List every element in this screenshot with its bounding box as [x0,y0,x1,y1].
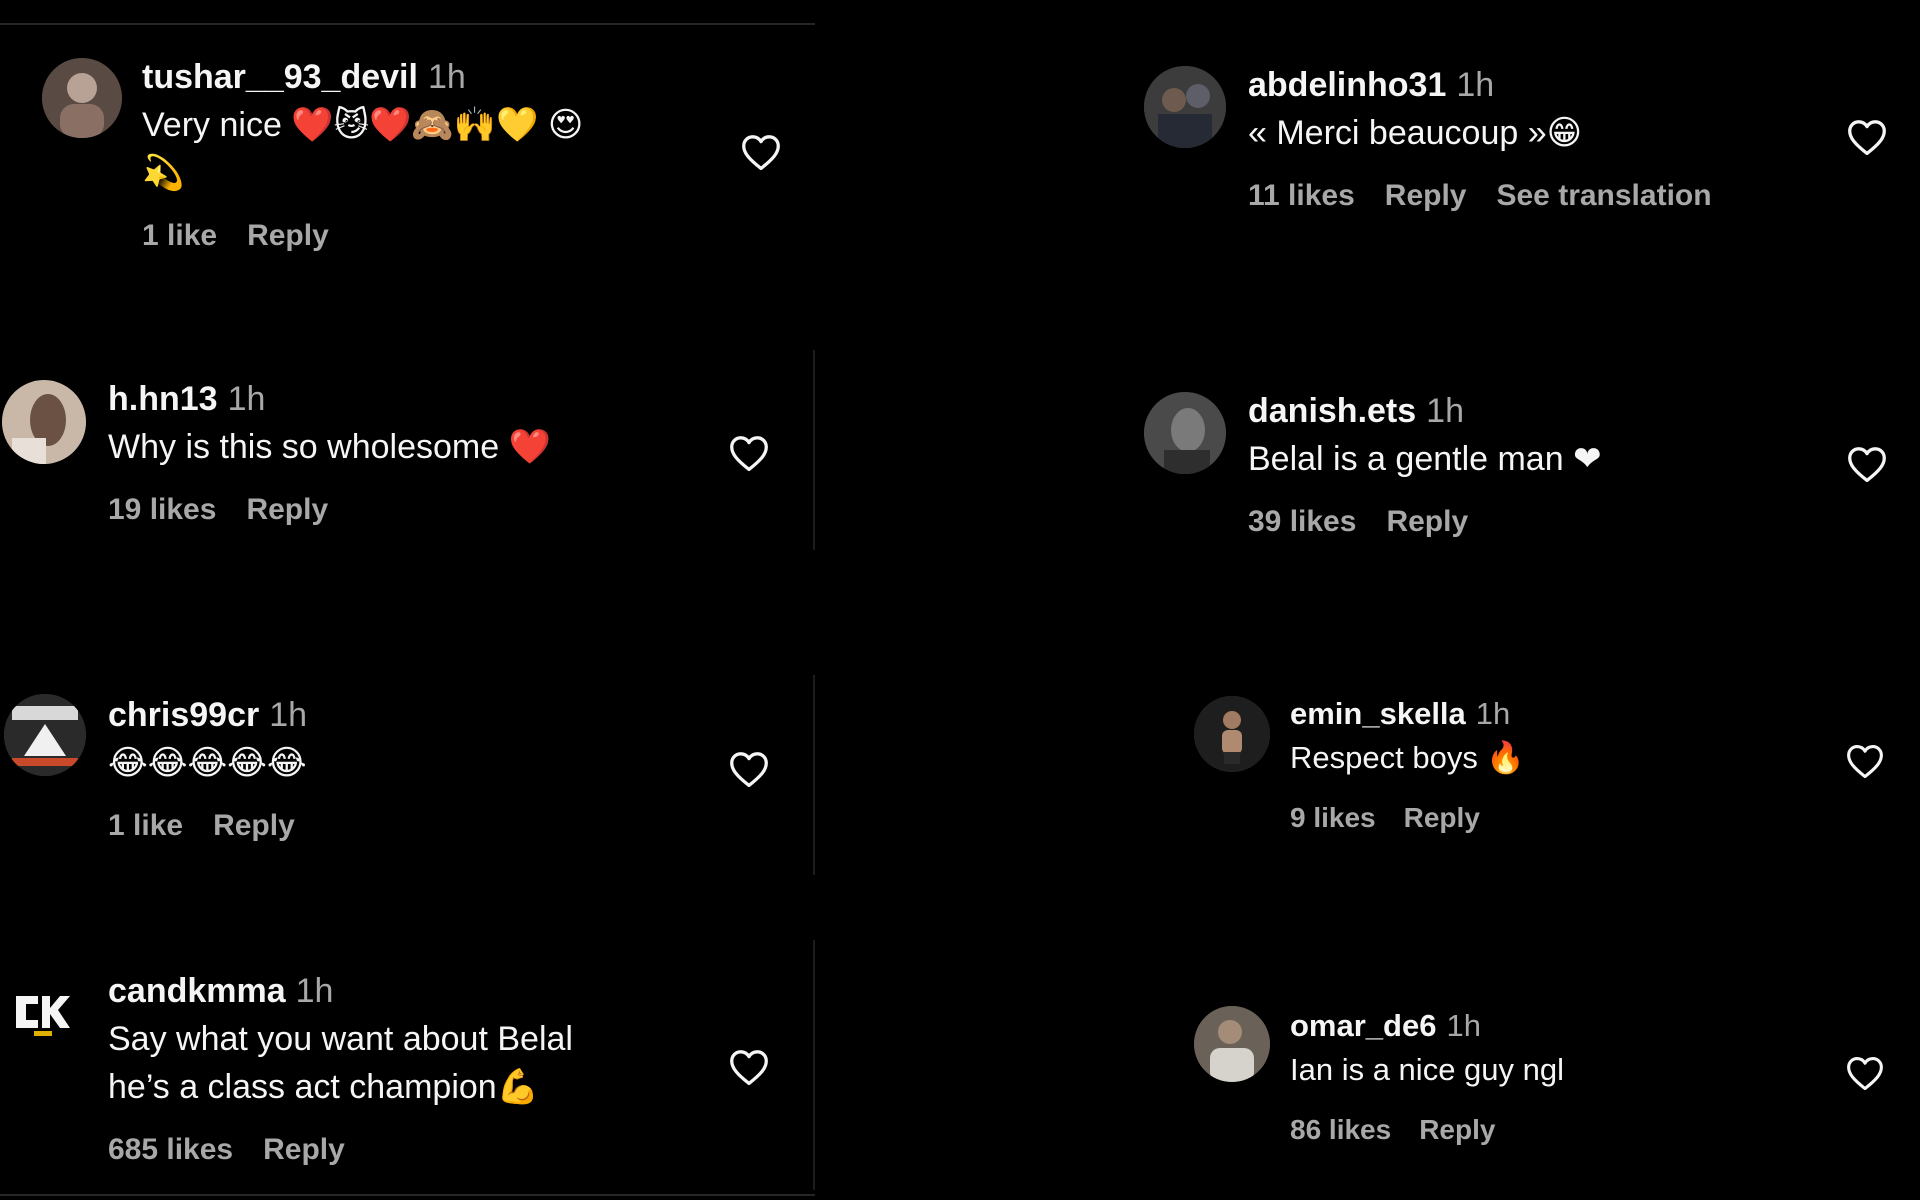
comment-text: Belal is a gentle man ❤ [1248,440,1602,478]
likes-count[interactable]: 86 likes [1290,1114,1391,1145]
like-button[interactable] [728,1048,770,1086]
username[interactable]: tushar__93_devil [142,58,418,96]
panel-divider [813,675,815,875]
comment-text-line: he’s a class act champion💪 [108,1068,540,1106]
username[interactable]: omar_de6 [1290,1008,1436,1043]
username[interactable]: chris99cr [108,696,259,734]
heart-outline-icon [1848,447,1886,483]
avatar[interactable] [1144,66,1226,148]
comment-text: Why is this so wholesome ❤️ [108,428,551,466]
avatar[interactable] [2,380,86,464]
comment-text-line: Very nice ❤️😼❤️🙈🙌💛 😍 [142,106,584,144]
comment-text: Respect boys 🔥 [1290,740,1526,775]
timestamp: 1h [1475,696,1511,731]
reply-button[interactable]: Reply [1419,1114,1495,1145]
likes-count[interactable]: 39 likes [1248,505,1356,538]
username[interactable]: abdelinho31 [1248,66,1446,104]
comment-text-line: 💫 [142,154,185,192]
likes-count[interactable]: 19 likes [108,493,216,526]
comment-text: 😂😂😂😂😂 [108,744,307,782]
timestamp: 1h [1426,392,1464,430]
like-button[interactable] [1845,743,1885,779]
reply-button[interactable]: Reply [1404,802,1480,833]
timestamp: 1h [269,696,308,734]
heart-outline-icon [730,436,768,472]
timestamp: 1h [295,972,334,1010]
heart-outline-icon [1847,1057,1883,1091]
comment-text: Very nice ❤️😼❤️🙈🙌💛 😍 💫 [142,101,702,197]
username[interactable]: h.hn13 [108,380,218,418]
top-divider [0,23,815,25]
likes-count[interactable]: 1 like [108,809,183,842]
see-translation-link[interactable]: See translation [1496,179,1711,212]
heart-outline-icon [1848,120,1886,156]
username[interactable]: candkmma [108,972,286,1010]
like-button[interactable] [740,133,782,171]
avatar[interactable] [12,990,74,1038]
username[interactable]: emin_skella [1290,696,1466,731]
avatar[interactable] [42,58,122,138]
likes-count[interactable]: 11 likes [1248,179,1355,212]
avatar[interactable] [1144,392,1226,474]
heart-outline-icon [742,135,780,171]
comment-text: Say what you want about Belal he’s a cla… [108,1015,708,1111]
panel-divider [813,940,815,1190]
timestamp: 1h [1446,1008,1481,1043]
bottom-divider [0,1194,815,1196]
avatar[interactable] [4,694,86,776]
reply-button[interactable]: Reply [1386,505,1468,538]
username[interactable]: danish.ets [1248,392,1416,430]
comment-text: « Merci beaucoup »😁 [1248,114,1583,152]
likes-count[interactable]: 685 likes [108,1133,233,1166]
likes-count[interactable]: 9 likes [1290,802,1376,833]
timestamp: 1h [427,58,466,96]
comment-text: Ian is a nice guy ngl [1290,1052,1565,1087]
heart-outline-icon [730,752,768,788]
timestamp: 1h [1456,66,1495,104]
comment-text-line: Say what you want about Belal [108,1020,573,1058]
like-button[interactable] [1845,1055,1885,1091]
reply-button[interactable]: Reply [247,219,329,252]
panel-divider [813,350,815,550]
reply-button[interactable]: Reply [263,1133,345,1166]
like-button[interactable] [728,750,770,788]
like-button[interactable] [1846,445,1888,483]
avatar[interactable] [1194,1006,1270,1082]
heart-outline-icon [730,1050,768,1086]
likes-count[interactable]: 1 like [142,219,217,252]
avatar[interactable] [1194,696,1270,772]
like-button[interactable] [728,434,770,472]
reply-button[interactable]: Reply [1385,179,1467,212]
reply-button[interactable]: Reply [246,493,328,526]
like-button[interactable] [1846,118,1888,156]
timestamp: 1h [227,380,266,418]
reply-button[interactable]: Reply [213,809,295,842]
heart-outline-icon [1847,745,1883,779]
